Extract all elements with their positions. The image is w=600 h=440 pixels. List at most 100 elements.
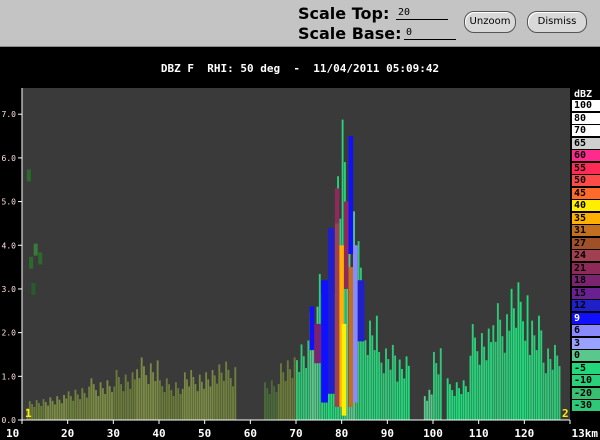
echo-ray	[554, 344, 556, 420]
echo-ray	[496, 303, 499, 420]
x-tick-label: 70	[289, 427, 302, 440]
colorbar-entry: -10	[572, 375, 600, 386]
unzoom-button[interactable]: Unzoom	[464, 11, 516, 33]
echo-ray	[446, 378, 449, 420]
echo-ray	[69, 396, 72, 420]
echo-ray	[405, 356, 408, 420]
echo-ray	[213, 375, 216, 420]
echo-ray	[225, 361, 228, 420]
colorbar-entry: 80	[572, 112, 600, 124]
echo-ray	[458, 388, 460, 420]
echo-ray	[136, 369, 139, 420]
echo-ray	[129, 388, 132, 420]
echo-ray	[88, 386, 91, 420]
echo-ray	[382, 373, 385, 420]
echo-ray	[547, 348, 550, 420]
colorbar-entry: 45	[572, 187, 600, 199]
echo-ray	[483, 346, 486, 420]
scale-base-label: Scale Base:	[298, 24, 402, 43]
echo-ray	[188, 386, 190, 420]
echo-ray	[284, 381, 287, 420]
colorbar-title: dBZ	[574, 89, 593, 100]
echo-ray	[508, 330, 511, 420]
echo-ray	[305, 368, 308, 420]
toolbar: Scale Top: Scale Base: Unzoom Dismiss	[0, 0, 600, 47]
colorbar-entry: 9	[572, 312, 600, 324]
echo-ray	[205, 372, 208, 420]
colorbar-entry: 3	[572, 337, 600, 349]
noise-speck	[26, 169, 31, 182]
echo-ray	[196, 391, 199, 420]
echo-ray	[286, 360, 289, 420]
echo-ray	[122, 391, 125, 420]
echo-ray	[453, 395, 456, 420]
colorbar-entry: 50	[572, 175, 600, 186]
scale-top-input[interactable]	[396, 5, 448, 20]
colorbar-entry: 100	[572, 100, 600, 111]
core-cell	[309, 306, 315, 351]
echo-ray	[451, 390, 454, 420]
echo-ray	[154, 381, 157, 420]
y-tick-label: 2.0	[2, 329, 17, 338]
echo-ray	[40, 406, 43, 420]
echo-ray	[156, 360, 159, 420]
echo-ray	[163, 392, 166, 420]
echo-ray	[53, 404, 56, 420]
x-tick-label: 120	[514, 427, 534, 440]
echo-ray	[79, 399, 81, 420]
echo-ray	[474, 337, 476, 420]
echo-ray	[209, 386, 212, 420]
echo-ray	[280, 363, 282, 420]
echo-ray	[535, 350, 538, 420]
echo-ray	[380, 362, 383, 420]
echo-ray	[298, 371, 301, 420]
echo-ray	[469, 355, 472, 420]
echo-ray	[549, 359, 552, 420]
colorbar-entry: -20	[572, 387, 600, 399]
echo-ray	[512, 308, 515, 420]
echo-ray	[428, 389, 431, 420]
echo-ray	[190, 369, 193, 420]
y-tick-label: 7.0	[2, 110, 17, 119]
echo-ray	[85, 397, 88, 420]
x-tick-label: 40	[152, 427, 165, 440]
echo-ray	[33, 407, 36, 420]
echo-ray	[385, 348, 387, 420]
echo-ray	[216, 383, 218, 420]
echo-ray	[490, 342, 492, 420]
echo-ray	[275, 392, 278, 420]
echo-ray	[455, 382, 458, 420]
echo-ray	[533, 335, 536, 420]
echo-ray	[462, 380, 465, 420]
echo-ray	[476, 351, 479, 420]
echo-ray	[369, 320, 371, 420]
echo-ray	[396, 381, 399, 420]
colorbar-entry: -30	[572, 400, 600, 411]
echo-ray	[375, 315, 378, 420]
echo-ray	[407, 365, 410, 420]
echo-ray	[526, 295, 529, 420]
echo-ray	[99, 382, 102, 420]
echo-ray	[467, 392, 470, 420]
echo-ray	[423, 396, 426, 420]
echo-ray	[207, 379, 210, 420]
echo-ray	[120, 384, 123, 420]
echo-ray	[149, 363, 152, 420]
echo-ray	[499, 319, 502, 420]
echo-ray	[104, 394, 107, 420]
echo-ray	[76, 394, 79, 420]
colorbar-entry: 6	[572, 325, 600, 336]
echo-ray	[165, 378, 168, 420]
core-cell	[357, 280, 365, 342]
dismiss-button[interactable]: Dismiss	[527, 11, 587, 33]
echo-ray	[159, 380, 161, 420]
echo-ray	[124, 374, 127, 420]
core-cell	[321, 280, 328, 403]
echo-ray	[515, 327, 518, 420]
echo-ray	[430, 394, 433, 420]
echo-ray	[232, 386, 234, 420]
scale-base-input[interactable]	[404, 25, 456, 40]
y-tick-label: 4.0	[2, 241, 17, 250]
noise-speck	[33, 243, 38, 256]
echo-ray	[92, 384, 95, 420]
